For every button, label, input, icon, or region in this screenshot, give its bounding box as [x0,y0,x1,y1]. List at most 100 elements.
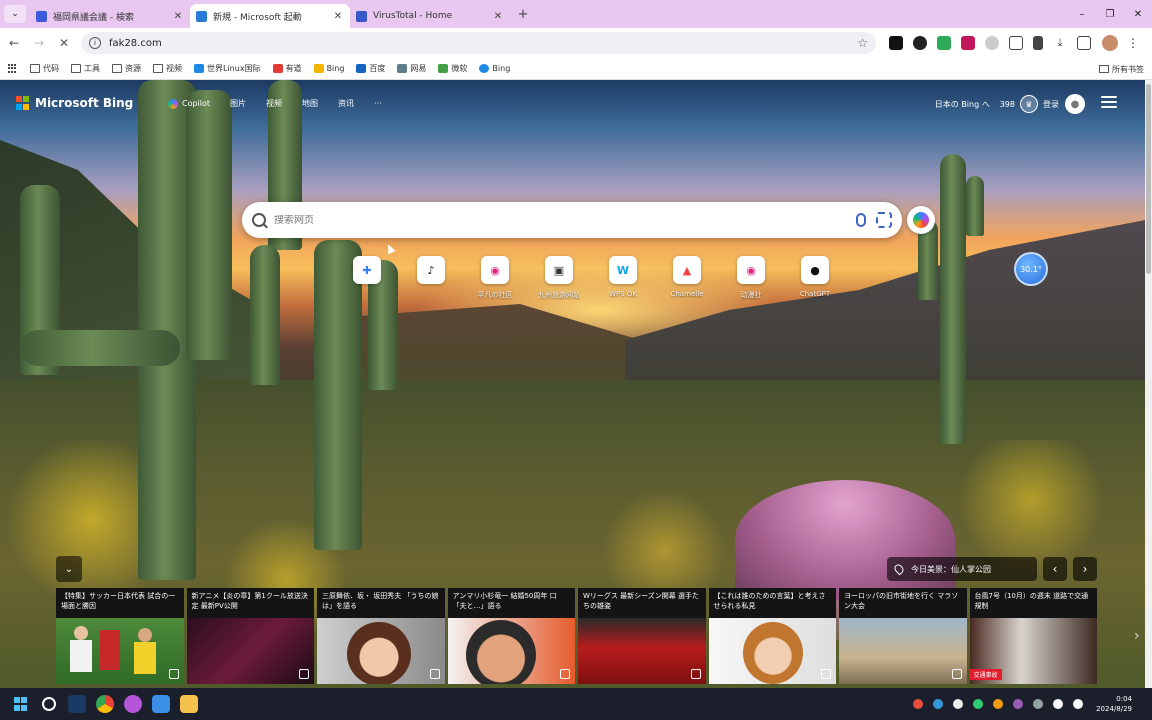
site-info-icon[interactable]: i [89,37,101,49]
tray-icon[interactable] [1013,699,1024,709]
chrome-icon[interactable] [96,695,114,713]
carousel-next-icon[interactable]: › [1134,628,1140,644]
extension-icon[interactable] [985,36,999,50]
quick-link[interactable]: ♪ [399,256,463,300]
news-card[interactable]: 【特集】サッカー日本代表 試合の一場面と勝因 [56,588,184,684]
bookmark-star-icon[interactable]: ☆ [857,36,868,50]
nav-images[interactable]: 图片 [230,98,246,109]
apps-grid-icon[interactable] [8,63,18,74]
search-icon[interactable] [42,697,56,711]
shield-icon[interactable] [937,36,951,50]
restore-icon[interactable]: ❐ [1096,0,1124,28]
bookmark-item[interactable]: 有道 [272,63,302,74]
news-card[interactable]: ヨーロッパの旧市街地を行く マラソン大会 [839,588,967,684]
user-avatar-icon[interactable]: ● [1065,94,1085,114]
bookmark-item[interactable]: Bing [313,64,344,73]
system-clock[interactable]: 0:04 2024/8/29 [1096,694,1132,714]
quick-link[interactable]: ◉ 动漫社 [719,256,783,300]
profile-avatar[interactable] [1102,35,1118,51]
news-card[interactable]: 三原舞依、坂・ 坂田秀夫 「うちの娘は」を語る [317,588,445,684]
weather-chip[interactable]: 30.1° [1014,252,1048,286]
image-info-pill[interactable]: 今日美景：仙人掌公园 [887,557,1037,581]
puzzle-icon[interactable] [1009,36,1023,50]
bookmark-item[interactable]: 资源 [112,63,141,74]
more-menu-icon[interactable]: ⋮ [1126,36,1140,50]
tray-icon[interactable] [933,699,944,709]
bookmark-item[interactable]: 微软 [438,63,467,74]
microphone-icon[interactable] [856,213,866,227]
tab-1[interactable]: 福岡県議会議 - 検索 ✕ [30,4,190,28]
tab-close-icon[interactable]: ✕ [172,11,184,22]
steam-icon[interactable] [68,695,86,713]
hamburger-menu-icon[interactable] [1101,96,1117,108]
bing-logo[interactable]: Microsoft Bing [16,96,133,110]
news-card[interactable]: アンマリ小杉竜一 結婚50周年 口「夫と…」語る [447,588,575,684]
app-icon[interactable] [124,695,142,713]
tab-3[interactable]: VirusTotal - Home ✕ [350,4,510,28]
bookmark-item[interactable]: 百度 [356,63,385,74]
news-card[interactable]: 新アニメ【炎の章】第1クール放送決定 最新PV公開 [186,588,314,684]
news-card[interactable]: 台風7号（10月）の週末 道路で交通規制 交通事故 [969,588,1097,684]
news-card[interactable]: Wリーグス 最新シーズン開幕 選手たちの雄姿 [578,588,706,684]
region-link[interactable]: 日本の Bing へ [935,99,990,110]
bookmark-item[interactable]: 网易 [397,63,426,74]
all-bookmarks[interactable]: 所有书签 [1099,58,1144,80]
address-bar[interactable]: i fak28.com ☆ [81,32,876,54]
tab-2[interactable]: 新規 - Microsoft 起動 ✕ [190,4,350,28]
collapse-feed-button[interactable]: ⌄ [56,556,82,582]
extension-icon[interactable] [913,36,927,50]
bookmark-item[interactable]: 视频 [153,63,182,74]
wifi-icon[interactable] [1053,699,1064,709]
previous-image-button[interactable]: ‹ [1043,557,1067,581]
quick-link[interactable]: ✚ [335,256,399,300]
windows-start-icon[interactable] [14,697,28,711]
quick-link[interactable]: ▣ 九州旅游网站 [527,256,591,300]
quick-link[interactable]: ▲ Chamelle [655,256,719,300]
tray-icon[interactable] [953,699,964,709]
quick-link[interactable]: ◉ 平凡の社区 [463,256,527,300]
forward-arrow-icon[interactable]: → [28,32,50,54]
tray-icon[interactable] [973,699,984,709]
new-tab-button[interactable]: + [514,5,532,23]
tray-icon[interactable] [1033,699,1044,709]
extension-icon[interactable] [889,36,903,50]
nav-maps[interactable]: 地图 [302,98,318,109]
news-card[interactable]: 【これは誰のための言葉】と考えさせられる私見 [708,588,836,684]
tray-icon[interactable] [993,699,1004,709]
scrollbar-thumb[interactable] [1146,84,1151,274]
quick-link[interactable]: ● ChatGPT [783,256,847,300]
extension-icon[interactable] [961,36,975,50]
minimize-icon[interactable]: – [1068,0,1096,28]
visual-search-icon[interactable] [876,212,892,228]
quick-link[interactable]: W WPS OK [591,256,655,300]
pin-icon[interactable] [1033,36,1043,50]
search-input[interactable] [274,214,856,226]
tab-close-icon[interactable]: ✕ [332,11,344,22]
stop-loading-icon[interactable]: ✕ [53,32,75,54]
bookmark-item[interactable]: 代码 [30,63,59,74]
close-window-icon[interactable]: ✕ [1124,0,1152,28]
sidebar-icon[interactable] [1077,36,1091,50]
copilot-button[interactable] [907,206,935,234]
app-icon[interactable] [152,695,170,713]
next-image-button[interactable]: › [1073,557,1097,581]
tab-search-button[interactable]: ⌄ [4,5,26,23]
url-text[interactable]: fak28.com [109,38,857,49]
signin-link[interactable]: 登录 [1043,99,1059,110]
volume-icon[interactable] [1073,699,1084,709]
nav-more[interactable]: ··· [374,99,382,108]
tab-close-icon[interactable]: ✕ [492,11,504,22]
nav-copilot[interactable]: Copilot [168,98,210,109]
file-explorer-icon[interactable] [180,695,198,713]
tray-icon[interactable] [913,699,924,709]
rewards-trophy-icon[interactable]: ♛ [1020,95,1038,113]
bookmark-item[interactable]: 世界Linux国际 [194,63,261,74]
bookmark-item[interactable]: Bing [479,64,510,73]
rewards-points[interactable]: 398 [1000,100,1015,109]
download-icon[interactable]: ⤓ [1053,36,1067,50]
bookmark-item[interactable]: 工具 [71,63,100,74]
nav-videos[interactable]: 视频 [266,98,282,109]
back-arrow-icon[interactable]: ← [3,32,25,54]
nav-news[interactable]: 资讯 [338,98,354,109]
page-scrollbar[interactable] [1145,80,1152,688]
